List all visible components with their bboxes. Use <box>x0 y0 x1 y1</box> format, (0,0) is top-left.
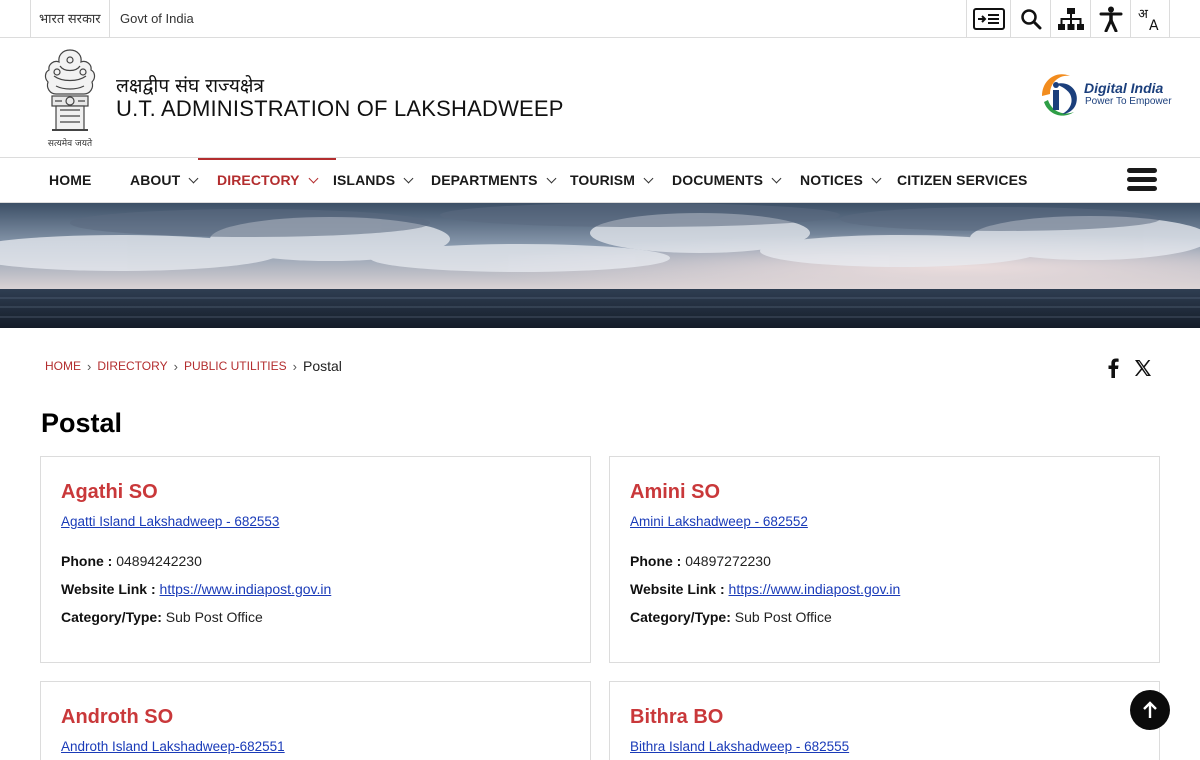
menu-toggle-button[interactable] <box>1127 168 1157 194</box>
x-twitter-icon <box>1135 360 1151 376</box>
chevron-right-icon: › <box>87 358 92 374</box>
nav-label: ABOUT <box>130 172 181 188</box>
postal-card: Bithra BO Bithra Island Lakshadweep - 68… <box>609 681 1160 760</box>
card-address-link[interactable]: Bithra Island Lakshadweep - 682555 <box>630 739 849 754</box>
govt-of-india-link[interactable]: Govt of India <box>112 0 202 37</box>
svg-text:अ: अ <box>1138 7 1149 22</box>
breadcrumb-directory-link[interactable]: DIRECTORY <box>97 359 167 373</box>
postal-card: Agathi SO Agatti Island Lakshadweep - 68… <box>40 456 591 663</box>
website-label: Website Link : <box>61 581 156 597</box>
nav-label: DIRECTORY <box>217 172 300 188</box>
category-row: Category/Type: Sub Post Office <box>630 609 832 625</box>
card-address-link[interactable]: Amini Lakshadweep - 682552 <box>630 514 808 529</box>
arrow-up-icon <box>1143 701 1157 718</box>
accessibility-button[interactable] <box>1090 0 1130 37</box>
sea-banner-image <box>0 203 1200 328</box>
card-title: Agathi SO <box>61 481 158 503</box>
card-address-link[interactable]: Agatti Island Lakshadweep - 682553 <box>61 514 279 529</box>
digital-india-tagline: Power To Empower <box>1085 96 1172 107</box>
utility-toolbar: अ A <box>966 0 1170 37</box>
chevron-down-icon <box>643 173 654 184</box>
site-title[interactable]: U.T. ADMINISTRATION OF LAKSHADWEEP <box>116 96 564 122</box>
nav-item-directory[interactable]: DIRECTORY <box>198 158 336 202</box>
breadcrumb: HOME › DIRECTORY › PUBLIC UTILITIES › Po… <box>45 358 342 374</box>
banner-illustration <box>0 203 1200 328</box>
skip-to-content-button[interactable] <box>966 0 1010 37</box>
card-title: Amini SO <box>630 481 721 503</box>
phone-row: Phone : 04894242230 <box>61 553 202 569</box>
category-value: Sub Post Office <box>734 609 832 625</box>
language-button[interactable]: अ A <box>1130 0 1170 37</box>
nav-label: HOME <box>49 172 92 188</box>
nav-item-home[interactable]: HOME <box>49 158 91 202</box>
govt-of-india-hindi-link[interactable]: भारत सरकार <box>30 0 110 37</box>
hamburger-icon <box>1127 168 1157 173</box>
card-title: Bithra BO <box>630 706 724 728</box>
chevron-down-icon <box>546 173 557 184</box>
breadcrumb-public-utilities-link[interactable]: PUBLIC UTILITIES <box>184 359 287 373</box>
website-label: Website Link : <box>630 581 725 597</box>
nav-item-notices[interactable]: NOTICES <box>800 158 882 202</box>
search-icon <box>1020 8 1041 29</box>
facebook-icon <box>1108 358 1119 378</box>
nav-label: CITIZEN SERVICES <box>897 172 1028 188</box>
nav-item-islands[interactable]: ISLANDS <box>333 158 414 202</box>
nav-label: ISLANDS <box>333 172 396 188</box>
chevron-down-icon <box>771 173 782 184</box>
nav-item-tourism[interactable]: TOURISM <box>570 158 654 202</box>
nav-label: TOURISM <box>570 172 635 188</box>
website-link[interactable]: https://www.indiapost.gov.in <box>729 581 901 597</box>
nav-item-documents[interactable]: DOCUMENTS <box>672 158 782 202</box>
postal-card: Amini SO Amini Lakshadweep - 682552 Phon… <box>609 456 1160 663</box>
card-title: Androth SO <box>61 706 174 728</box>
page-title: Postal <box>41 408 123 438</box>
search-button[interactable] <box>1010 0 1050 37</box>
postal-card: Androth SO Androth Island Lakshadweep-68… <box>40 681 591 760</box>
category-label: Category/Type: <box>630 609 731 625</box>
phone-label: Phone : <box>630 553 682 569</box>
phone-row: Phone : 04897272230 <box>630 553 771 569</box>
category-value: Sub Post Office <box>165 609 263 625</box>
top-bar: भारत सरकार Govt of India अ A <box>0 0 1200 38</box>
digital-india-title: Digital India <box>1084 80 1164 96</box>
skip-to-content-icon <box>972 7 1005 30</box>
chevron-right-icon: › <box>173 358 178 374</box>
emblem-caption: सत्यमेव जयते <box>48 137 93 149</box>
category-label: Category/Type: <box>61 609 162 625</box>
hamburger-icon-bar <box>1127 186 1157 191</box>
website-row: Website Link : https://www.indiapost.gov… <box>630 581 900 597</box>
nav-item-about[interactable]: ABOUT <box>130 158 199 202</box>
x-share-button[interactable] <box>1134 358 1152 383</box>
chevron-down-icon <box>871 173 882 184</box>
site-title-hindi: लक्षद्वीप संघ राज्यक्षेत्र <box>116 75 264 97</box>
card-address-link[interactable]: Androth Island Lakshadweep-682551 <box>61 739 285 754</box>
nav-item-citizen-services[interactable]: CITIZEN SERVICES <box>897 158 1027 202</box>
hamburger-icon-bar <box>1127 177 1157 182</box>
phone-value: 04894242230 <box>116 553 202 569</box>
main-navigation: HOME ABOUT DIRECTORY ISLANDS DEPARTMENTS… <box>0 158 1200 203</box>
website-row: Website Link : https://www.indiapost.gov… <box>61 581 331 597</box>
breadcrumb-current: Postal <box>302 358 342 374</box>
sitemap-icon <box>1057 7 1084 30</box>
nav-label: DOCUMENTS <box>672 172 764 188</box>
national-emblem-logo[interactable]: सत्यमेव जयते <box>40 46 100 150</box>
svg-text:A: A <box>1149 18 1159 32</box>
website-link[interactable]: https://www.indiapost.gov.in <box>160 581 332 597</box>
breadcrumb-home-link[interactable]: HOME <box>45 359 81 373</box>
chevron-down-icon <box>403 173 414 184</box>
nav-item-departments[interactable]: DEPARTMENTS <box>431 158 557 202</box>
facebook-share-button[interactable] <box>1106 358 1120 383</box>
sitemap-button[interactable] <box>1050 0 1090 37</box>
category-row: Category/Type: Sub Post Office <box>61 609 263 625</box>
language-icon: अ A <box>1138 7 1159 32</box>
phone-value: 04897272230 <box>685 553 771 569</box>
back-to-top-button[interactable] <box>1130 690 1170 730</box>
phone-label: Phone : <box>61 553 113 569</box>
chevron-down-icon <box>308 173 319 184</box>
nav-label: NOTICES <box>800 172 863 188</box>
accessibility-icon <box>1099 6 1122 32</box>
chevron-right-icon: › <box>292 358 297 374</box>
site-header: सत्यमेव जयते लक्षद्वीप संघ राज्यक्षेत्र … <box>0 38 1200 158</box>
nav-label: DEPARTMENTS <box>431 172 538 188</box>
